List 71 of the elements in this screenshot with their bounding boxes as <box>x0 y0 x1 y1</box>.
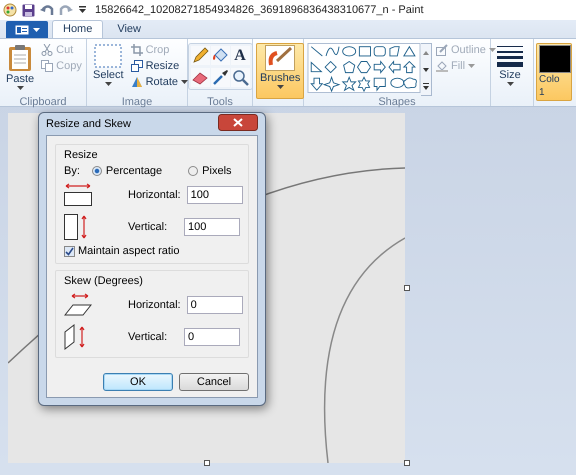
field-label: Horizontal: <box>128 189 181 201</box>
paintbrush-icon <box>265 45 296 71</box>
paste-button[interactable]: Paste <box>3 43 38 91</box>
rotate-button[interactable]: Rotate <box>130 76 188 88</box>
menu-icon <box>14 24 28 34</box>
resize-handle[interactable] <box>404 460 410 466</box>
caret-icon <box>468 64 476 68</box>
caret-icon <box>32 28 40 32</box>
undo-icon[interactable] <box>40 4 54 16</box>
line-widths-icon <box>497 44 523 68</box>
save-icon[interactable] <box>22 4 35 16</box>
group-label: Tools <box>206 95 234 109</box>
field-label: Vertical: <box>128 331 168 343</box>
radio-option[interactable]: Percentage <box>92 165 162 177</box>
checkmark-icon <box>65 246 74 256</box>
field-label: Vertical: <box>128 221 168 233</box>
select-button[interactable]: Select <box>90 43 127 87</box>
caret-icon <box>181 80 188 84</box>
magnifier-icon[interactable] <box>230 68 250 87</box>
caret-icon <box>16 86 24 90</box>
group-title: Skew (Degrees) <box>64 275 144 287</box>
window-title: 15826642_10208271854934826_3691896836438310677_n - Paint <box>95 4 424 16</box>
selection-rectangle-icon <box>94 44 122 68</box>
fill-bucket-icon <box>436 60 448 72</box>
customize-caret-icon[interactable] <box>78 6 87 14</box>
pen-icon <box>436 44 448 56</box>
crop-icon <box>130 44 143 56</box>
resize-button[interactable]: Resize <box>130 60 188 72</box>
group-label: Shapes <box>377 95 417 109</box>
dialog-title: Resize and Skew <box>46 118 131 130</box>
input-field[interactable]: 0 <box>186 296 243 314</box>
ok-button[interactable]: OK <box>103 373 173 391</box>
group-label: Clipboard <box>18 95 68 109</box>
color-1-button[interactable]: Colo 1 <box>536 43 572 101</box>
radio-option[interactable]: Pixels <box>188 165 232 177</box>
eraser-icon[interactable] <box>190 68 210 87</box>
caret-icon <box>506 82 514 86</box>
ribbon-tab[interactable]: View <box>107 21 151 38</box>
input-field[interactable]: 100 <box>186 186 243 204</box>
maintain-aspect-checkbox[interactable]: Maintain aspect ratio <box>64 245 240 257</box>
color-picker-icon[interactable] <box>210 68 230 87</box>
file-menu-button[interactable] <box>6 21 48 38</box>
ribbon-tab[interactable]: Home <box>52 20 104 38</box>
size-button[interactable]: Size <box>494 43 526 87</box>
text-tool-button[interactable]: A <box>230 46 250 65</box>
by-label: By: <box>64 165 80 177</box>
shapes-gallery[interactable] <box>307 43 421 93</box>
caret-icon <box>488 48 496 52</box>
close-icon[interactable] <box>218 114 258 130</box>
rotate-icon <box>130 76 143 88</box>
input-field[interactable]: 100 <box>184 218 240 236</box>
caret-icon <box>104 82 112 86</box>
clipboard-icon <box>8 44 32 72</box>
horizontal-resize-icon <box>64 183 92 207</box>
color-swatch <box>539 45 571 73</box>
caret-icon <box>276 85 284 89</box>
copy-icon <box>41 60 54 72</box>
resize-handle[interactable] <box>204 460 210 466</box>
resize-handle[interactable] <box>404 285 410 291</box>
group-title: Resize <box>64 149 99 161</box>
scissors-icon <box>41 44 54 56</box>
group-label: Image <box>120 95 154 109</box>
brushes-button[interactable]: Brushes <box>256 43 304 99</box>
paint-app-icon <box>3 3 17 17</box>
fill-bucket-icon[interactable] <box>210 46 230 65</box>
cancel-button[interactable]: Cancel <box>179 373 249 391</box>
input-field[interactable]: 0 <box>184 328 240 346</box>
horizontal-skew-icon <box>64 293 92 317</box>
field-label: Horizontal: <box>128 299 181 311</box>
pencil-icon[interactable] <box>190 46 210 65</box>
resize-icon <box>130 60 143 72</box>
